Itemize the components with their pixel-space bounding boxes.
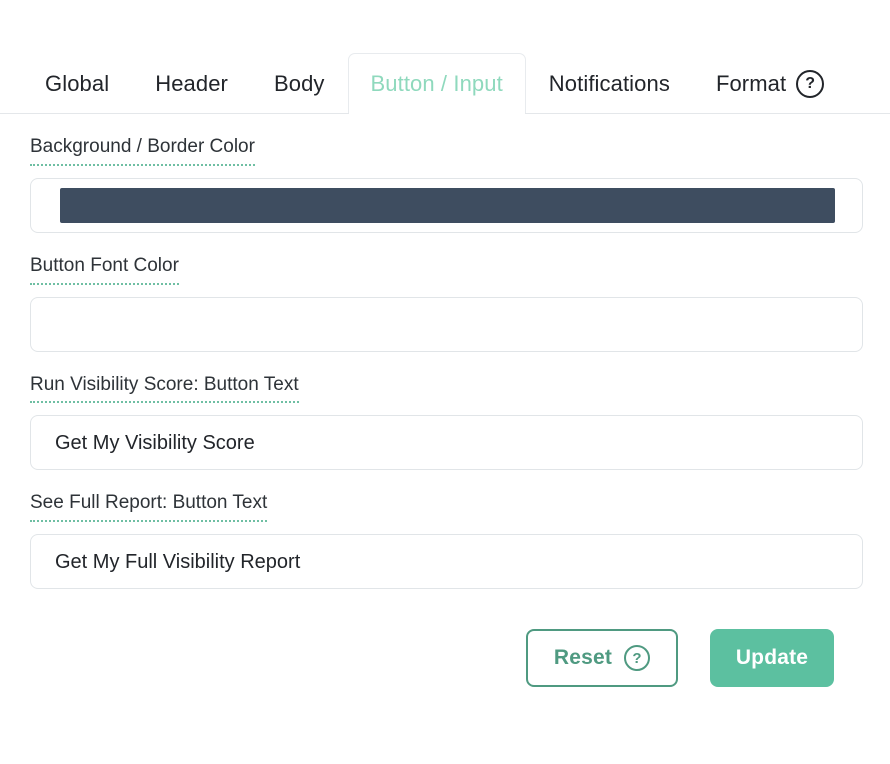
settings-tab-bar: Global Header Body Button / Input Notifi…: [0, 0, 890, 114]
field-see-full-report-button-text: See Full Report: Button Text Get My Full…: [30, 492, 862, 589]
button-font-color-picker[interactable]: [30, 297, 863, 352]
tab-label: Body: [274, 73, 325, 95]
update-button-label: Update: [736, 646, 808, 670]
tab-header[interactable]: Header: [132, 53, 251, 113]
color-swatch-preview[interactable]: [60, 188, 835, 223]
input-value: Get My Full Visibility Report: [55, 552, 300, 572]
reset-help-circle-icon[interactable]: ?: [624, 645, 650, 671]
field-button-font-color: Button Font Color: [30, 255, 862, 352]
see-full-report-button-text-input[interactable]: Get My Full Visibility Report: [30, 534, 863, 589]
reset-button-label: Reset: [554, 646, 612, 670]
tab-label: Notifications: [549, 73, 670, 95]
field-label: Button Font Color: [30, 255, 179, 285]
field-label: Background / Border Color: [30, 136, 255, 166]
tab-global[interactable]: Global: [22, 53, 132, 113]
tab-button-input[interactable]: Button / Input: [348, 53, 526, 113]
help-glyph: ?: [805, 76, 815, 92]
form-actions: Reset ? Update: [30, 611, 862, 687]
background-border-color-picker[interactable]: [30, 178, 863, 233]
field-background-border-color: Background / Border Color: [30, 136, 862, 233]
tab-label: Format: [716, 73, 786, 95]
run-visibility-score-button-text-input[interactable]: Get My Visibility Score: [30, 415, 863, 470]
tab-label: Header: [155, 73, 228, 95]
field-label: Run Visibility Score: Button Text: [30, 374, 299, 404]
help-circle-icon[interactable]: ?: [796, 70, 824, 98]
field-label: See Full Report: Button Text: [30, 492, 267, 522]
tab-label: Button / Input: [371, 73, 503, 95]
field-run-visibility-score-button-text: Run Visibility Score: Button Text Get My…: [30, 374, 862, 471]
reset-button[interactable]: Reset ?: [526, 629, 678, 687]
tab-format[interactable]: Format ?: [693, 53, 833, 113]
button-input-settings-form: Background / Border Color Button Font Co…: [0, 114, 890, 687]
tab-body[interactable]: Body: [251, 53, 348, 113]
tab-label: Global: [45, 73, 109, 95]
input-value: Get My Visibility Score: [55, 433, 255, 453]
help-glyph: ?: [632, 651, 641, 666]
tab-notifications[interactable]: Notifications: [526, 53, 693, 113]
update-button[interactable]: Update: [710, 629, 834, 687]
